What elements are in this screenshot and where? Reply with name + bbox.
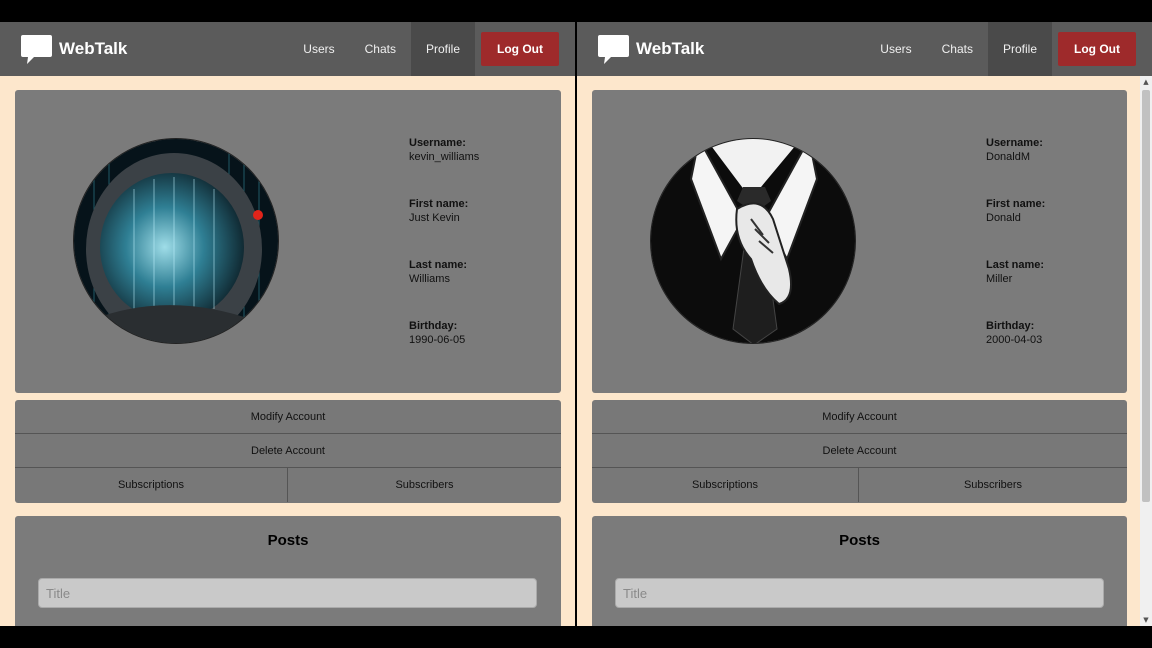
- nav-users[interactable]: Users: [865, 22, 926, 76]
- avatar: [73, 138, 279, 344]
- last-name-label: Last name:: [986, 259, 1045, 271]
- username-value: kevin_williams: [409, 151, 480, 163]
- first-name-row: First name: Donald: [986, 198, 1045, 259]
- screen: WebTalk Users Chats Profile Log Out User…: [0, 22, 1152, 626]
- username-value: DonaldM: [986, 151, 1031, 163]
- birthday-row: Birthday: 1990-06-05: [409, 320, 479, 381]
- posts-card: Posts: [592, 516, 1127, 626]
- right-browser-pane: WebTalk Users Chats Profile Log Out User…: [577, 22, 1152, 626]
- nav-profile[interactable]: Profile: [411, 22, 476, 76]
- profile-info: Username: DonaldM First name: Donald Las…: [986, 137, 1045, 381]
- nav-users[interactable]: Users: [288, 22, 349, 76]
- navbar: WebTalk Users Chats Profile Log Out: [0, 22, 575, 76]
- delete-account-button[interactable]: Delete Account: [592, 434, 1127, 468]
- delete-account-button[interactable]: Delete Account: [15, 434, 561, 468]
- scroll-up-icon[interactable]: ▲: [1140, 76, 1152, 88]
- speech-bubble-icon: [21, 35, 52, 64]
- nav-chats[interactable]: Chats: [927, 22, 988, 76]
- astronaut-helmet-avatar: [74, 139, 278, 343]
- subscriptions-button[interactable]: Subscriptions: [15, 468, 288, 502]
- suit-and-tie-avatar: [651, 139, 855, 343]
- account-actions: Modify Account Delete Account Subscripti…: [15, 400, 561, 503]
- last-name-value: Williams: [409, 273, 450, 285]
- nav-links: Users Chats Profile Log Out: [288, 22, 575, 76]
- scroll-down-icon[interactable]: ▼: [1140, 614, 1152, 626]
- birthday-label: Birthday:: [409, 320, 458, 332]
- last-name-label: Last name:: [409, 259, 468, 271]
- birthday-value: 2000-04-03: [986, 334, 1043, 346]
- username-label: Username:: [409, 137, 466, 149]
- subscriptions-button[interactable]: Subscriptions: [592, 468, 859, 502]
- profile-info: Username: kevin_williams First name: Jus…: [409, 137, 479, 381]
- last-name-value: Miller: [986, 273, 1013, 285]
- logout-button[interactable]: Log Out: [481, 32, 559, 66]
- brand-name: WebTalk: [636, 39, 705, 58]
- subscribers-button[interactable]: Subscribers: [859, 468, 1127, 502]
- first-name-label: First name:: [986, 198, 1046, 210]
- vertical-scrollbar[interactable]: ▲ ▼: [1140, 76, 1152, 626]
- profile-card: Username: kevin_williams First name: Jus…: [15, 90, 561, 393]
- nav-links: Users Chats Profile Log Out: [865, 22, 1152, 76]
- brand[interactable]: WebTalk: [597, 33, 704, 65]
- username-row: Username: kevin_williams: [409, 137, 479, 198]
- username-row: Username: DonaldM: [986, 137, 1045, 198]
- posts-title: Posts: [267, 532, 309, 549]
- posts-title: Posts: [839, 532, 880, 549]
- last-name-row: Last name: Miller: [986, 259, 1045, 320]
- account-actions: Modify Account Delete Account Subscripti…: [592, 400, 1127, 503]
- avatar: [650, 138, 856, 344]
- navbar: WebTalk Users Chats Profile Log Out: [577, 22, 1152, 76]
- first-name-value: Just Kevin: [409, 212, 460, 224]
- last-name-row: Last name: Williams: [409, 259, 479, 320]
- scrollbar-thumb[interactable]: [1142, 90, 1150, 502]
- birthday-label: Birthday:: [986, 320, 1035, 332]
- modify-account-button[interactable]: Modify Account: [15, 400, 561, 434]
- nav-profile[interactable]: Profile: [988, 22, 1053, 76]
- birthday-row: Birthday: 2000-04-03: [986, 320, 1045, 381]
- modify-account-button[interactable]: Modify Account: [592, 400, 1127, 434]
- first-name-label: First name:: [409, 198, 469, 210]
- nav-chats[interactable]: Chats: [350, 22, 411, 76]
- post-title-input[interactable]: [38, 578, 537, 608]
- logout-button[interactable]: Log Out: [1058, 32, 1136, 66]
- brand-name: WebTalk: [59, 39, 128, 58]
- brand[interactable]: WebTalk: [20, 33, 127, 65]
- profile-card: Username: DonaldM First name: Donald Las…: [592, 90, 1127, 393]
- first-name-row: First name: Just Kevin: [409, 198, 479, 259]
- birthday-value: 1990-06-05: [409, 334, 466, 346]
- post-title-input[interactable]: [615, 578, 1104, 608]
- username-label: Username:: [986, 137, 1043, 149]
- left-browser-pane: WebTalk Users Chats Profile Log Out User…: [0, 22, 575, 626]
- subscribers-button[interactable]: Subscribers: [288, 468, 561, 502]
- speech-bubble-icon: [598, 35, 629, 64]
- first-name-value: Donald: [986, 212, 1021, 224]
- posts-card: Posts: [15, 516, 561, 626]
